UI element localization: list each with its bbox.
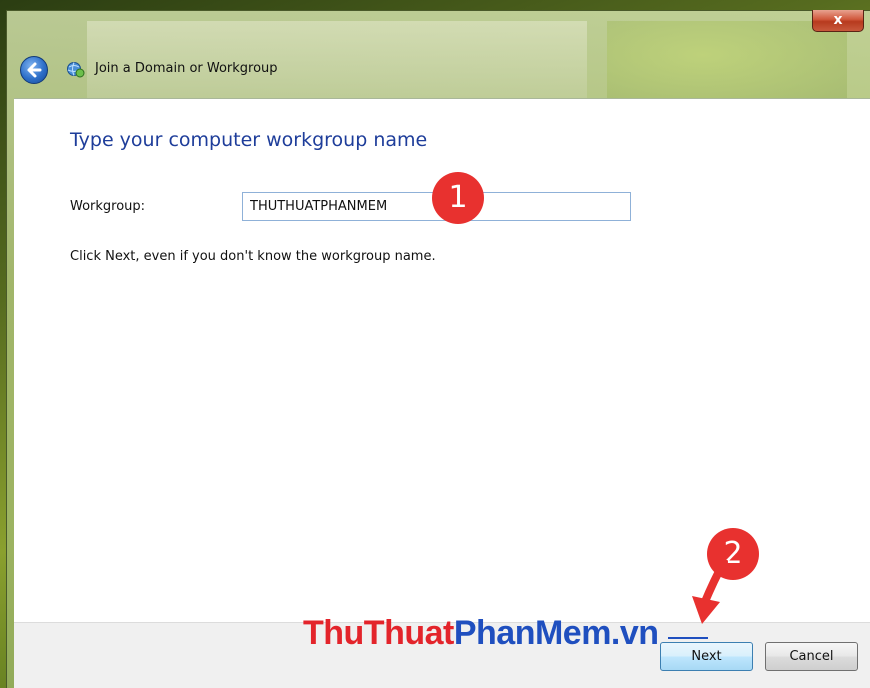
- back-button[interactable]: [20, 56, 48, 84]
- network-globe-icon: [67, 62, 85, 78]
- step-1-badge: 1: [432, 172, 484, 224]
- workgroup-label: Workgroup:: [70, 199, 146, 214]
- dialog-title: Join a Domain or Workgroup: [95, 61, 278, 76]
- glass-highlight: [607, 21, 847, 106]
- watermark: ThuThuatPhanMem.vn: [303, 614, 659, 653]
- watermark-underline: [668, 637, 708, 639]
- watermark-part1: ThuThuat: [303, 614, 454, 652]
- next-button[interactable]: Next: [660, 642, 753, 671]
- annotation-arrow-icon: [692, 560, 728, 624]
- hint-text: Click Next, even if you don't know the w…: [70, 249, 436, 264]
- back-arrow-icon: [27, 62, 42, 78]
- screen: x Join a Domain or Workgroup Type your c…: [0, 0, 870, 688]
- cancel-button[interactable]: Cancel: [765, 642, 858, 671]
- close-button[interactable]: x: [812, 10, 864, 32]
- watermark-part2: PhanMem.vn: [453, 614, 659, 652]
- page-heading: Type your computer workgroup name: [70, 129, 428, 151]
